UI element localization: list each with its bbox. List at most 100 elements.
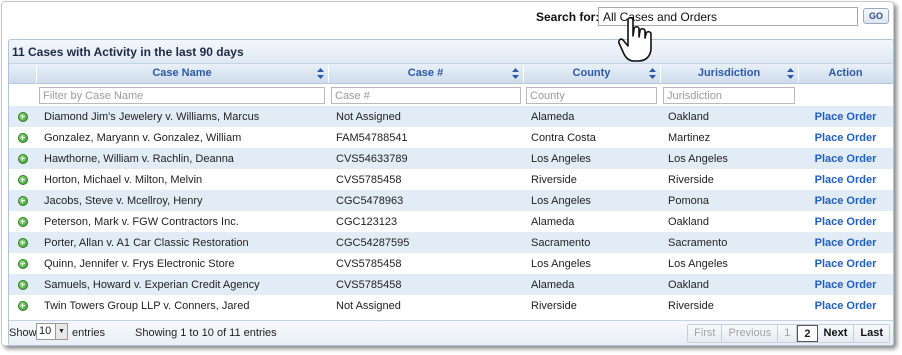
filter-cell: [328, 83, 523, 106]
table-row: Porter, Allan v. A1 Car Classic Restorat…: [9, 232, 893, 253]
plus-circle-icon[interactable]: [17, 258, 28, 269]
jurisdiction-cell: Pomona: [660, 190, 798, 211]
case-name-cell: Samuels, Howard v. Experian Credit Agenc…: [36, 274, 328, 295]
place-order-link[interactable]: Place Order: [815, 237, 877, 249]
expand-row-cell: [9, 295, 36, 316]
hand-pointer-icon: [618, 16, 652, 62]
jurisdiction-cell: Oakland: [660, 274, 798, 295]
expand-row-cell: [9, 253, 36, 274]
go-button[interactable]: GO: [863, 8, 889, 24]
expand-column-header: [9, 64, 37, 84]
expand-row-cell: [9, 169, 36, 190]
place-order-link[interactable]: Place Order: [815, 279, 877, 291]
table-row: Hawthorne, William v. Rachlin, Deanna CVS…: [9, 148, 893, 169]
jurisdiction-cell: Sacramento: [660, 232, 798, 253]
expand-row-cell: [9, 274, 36, 295]
filter-case-number-input[interactable]: [331, 87, 521, 105]
column-header-label: Jurisdiction: [697, 67, 761, 80]
table-footer: Show 10 ▼ entries Showing 1 to 10 of 11 …: [9, 320, 893, 345]
table-header-row: Case Name Case # County Jurisdiction Act…: [9, 64, 893, 84]
pager-last[interactable]: Last: [854, 325, 889, 342]
case-name-cell: Porter, Allan v. A1 Car Classic Restorat…: [36, 232, 328, 253]
county-cell: Riverside: [523, 295, 660, 316]
pager-previous[interactable]: Previous: [722, 325, 779, 342]
column-header-case-name[interactable]: Case Name: [36, 64, 329, 84]
case-name-cell: Diamond Jim's Jewelery v. Williams, Marc…: [36, 106, 328, 127]
plus-circle-icon[interactable]: [17, 216, 28, 227]
chevron-down-icon: ▼: [55, 324, 67, 339]
county-cell: Contra Costa: [523, 127, 660, 148]
cases-table: Case Name Case # County Jurisdiction Act…: [9, 64, 893, 316]
filter-case-name-input[interactable]: [39, 87, 325, 105]
page-length-select[interactable]: 10 ▼: [36, 323, 68, 340]
case-name-cell: Horton, Michael v. Milton, Melvin: [36, 169, 328, 190]
pager-first[interactable]: First: [688, 325, 723, 342]
jurisdiction-cell: Oakland: [660, 106, 798, 127]
plus-circle-icon[interactable]: [17, 174, 28, 185]
place-order-link[interactable]: Place Order: [815, 174, 877, 186]
action-cell: Place Order: [798, 127, 893, 148]
jurisdiction-cell: Riverside: [660, 295, 798, 316]
case-number-cell: Not Assigned: [328, 295, 523, 316]
place-order-link[interactable]: Place Order: [815, 132, 877, 144]
filter-cell: [660, 83, 798, 106]
entries-label: entries: [72, 327, 106, 339]
filter-county-input[interactable]: [526, 87, 657, 105]
table-row: Diamond Jim's Jewelery v. Williams, Marc…: [9, 106, 893, 127]
case-number-cell: CGC5478963: [328, 190, 523, 211]
plus-circle-icon[interactable]: [17, 132, 28, 143]
column-header-jurisdiction[interactable]: Jurisdiction: [660, 64, 799, 84]
column-header-case-number[interactable]: Case #: [328, 64, 524, 84]
action-cell: Place Order: [798, 169, 893, 190]
county-cell: Sacramento: [523, 232, 660, 253]
search-label: Search for:: [536, 10, 600, 24]
plus-circle-icon[interactable]: [17, 237, 28, 248]
show-label: Show: [9, 327, 37, 339]
column-header-action: Action: [798, 64, 893, 84]
filter-row: [9, 83, 893, 106]
county-cell: Los Angeles: [523, 148, 660, 169]
county-cell: Riverside: [523, 169, 660, 190]
case-number-cell: Not Assigned: [328, 106, 523, 127]
cases-panel: 11 Cases with Activity in the last 90 da…: [8, 39, 894, 346]
place-order-link[interactable]: Place Order: [815, 195, 877, 207]
action-cell: Place Order: [798, 274, 893, 295]
plus-circle-icon[interactable]: [17, 153, 28, 164]
pager-next[interactable]: Next: [817, 325, 855, 342]
case-number-cell: CGC123123: [328, 211, 523, 232]
action-cell: Place Order: [798, 295, 893, 316]
table-row: Gonzalez, Maryann v. Gonzalez, William FA…: [9, 127, 893, 148]
plus-circle-icon[interactable]: [17, 111, 28, 122]
case-name-cell: Jacobs, Steve v. Mcellroy, Henry: [36, 190, 328, 211]
action-cell: Place Order: [798, 211, 893, 232]
place-order-link[interactable]: Place Order: [815, 111, 877, 123]
place-order-link[interactable]: Place Order: [815, 153, 877, 165]
action-cell: Place Order: [798, 190, 893, 211]
column-header-label: Case #: [407, 67, 444, 80]
jurisdiction-cell: Los Angeles: [660, 253, 798, 274]
jurisdiction-cell: Martinez: [660, 127, 798, 148]
case-name-cell: Twin Towers Group LLP v. Conners, Jared: [36, 295, 328, 316]
column-header-county[interactable]: County: [523, 64, 661, 84]
table-row: Twin Towers Group LLP v. Conners, Jared N…: [9, 295, 893, 316]
page-length-value: 10: [39, 325, 52, 337]
case-name-cell: Hawthorne, William v. Rachlin, Deanna: [36, 148, 328, 169]
action-cell: Place Order: [798, 148, 893, 169]
pager-page-1[interactable]: 1: [778, 325, 798, 342]
filter-jurisdiction-input[interactable]: [663, 87, 795, 105]
expand-row-cell: [9, 232, 36, 253]
place-order-link[interactable]: Place Order: [815, 300, 877, 312]
filter-spacer: [798, 83, 893, 106]
place-order-link[interactable]: Place Order: [815, 258, 877, 270]
pager-page-2[interactable]: 2: [797, 325, 818, 342]
plus-circle-icon[interactable]: [17, 195, 28, 206]
expand-row-cell: [9, 127, 36, 148]
window-frame: Search for: GO 11 Cases with Activity in…: [1, 1, 894, 346]
plus-circle-icon[interactable]: [17, 279, 28, 290]
place-order-link[interactable]: Place Order: [815, 216, 877, 228]
table-row: Quinn, Jennifer v. Frys Electronic Store…: [9, 253, 893, 274]
case-name-cell: Peterson, Mark v. FGW Contractors Inc.: [36, 211, 328, 232]
county-cell: Alameda: [523, 211, 660, 232]
expand-row-cell: [9, 211, 36, 232]
plus-circle-icon[interactable]: [17, 300, 28, 311]
